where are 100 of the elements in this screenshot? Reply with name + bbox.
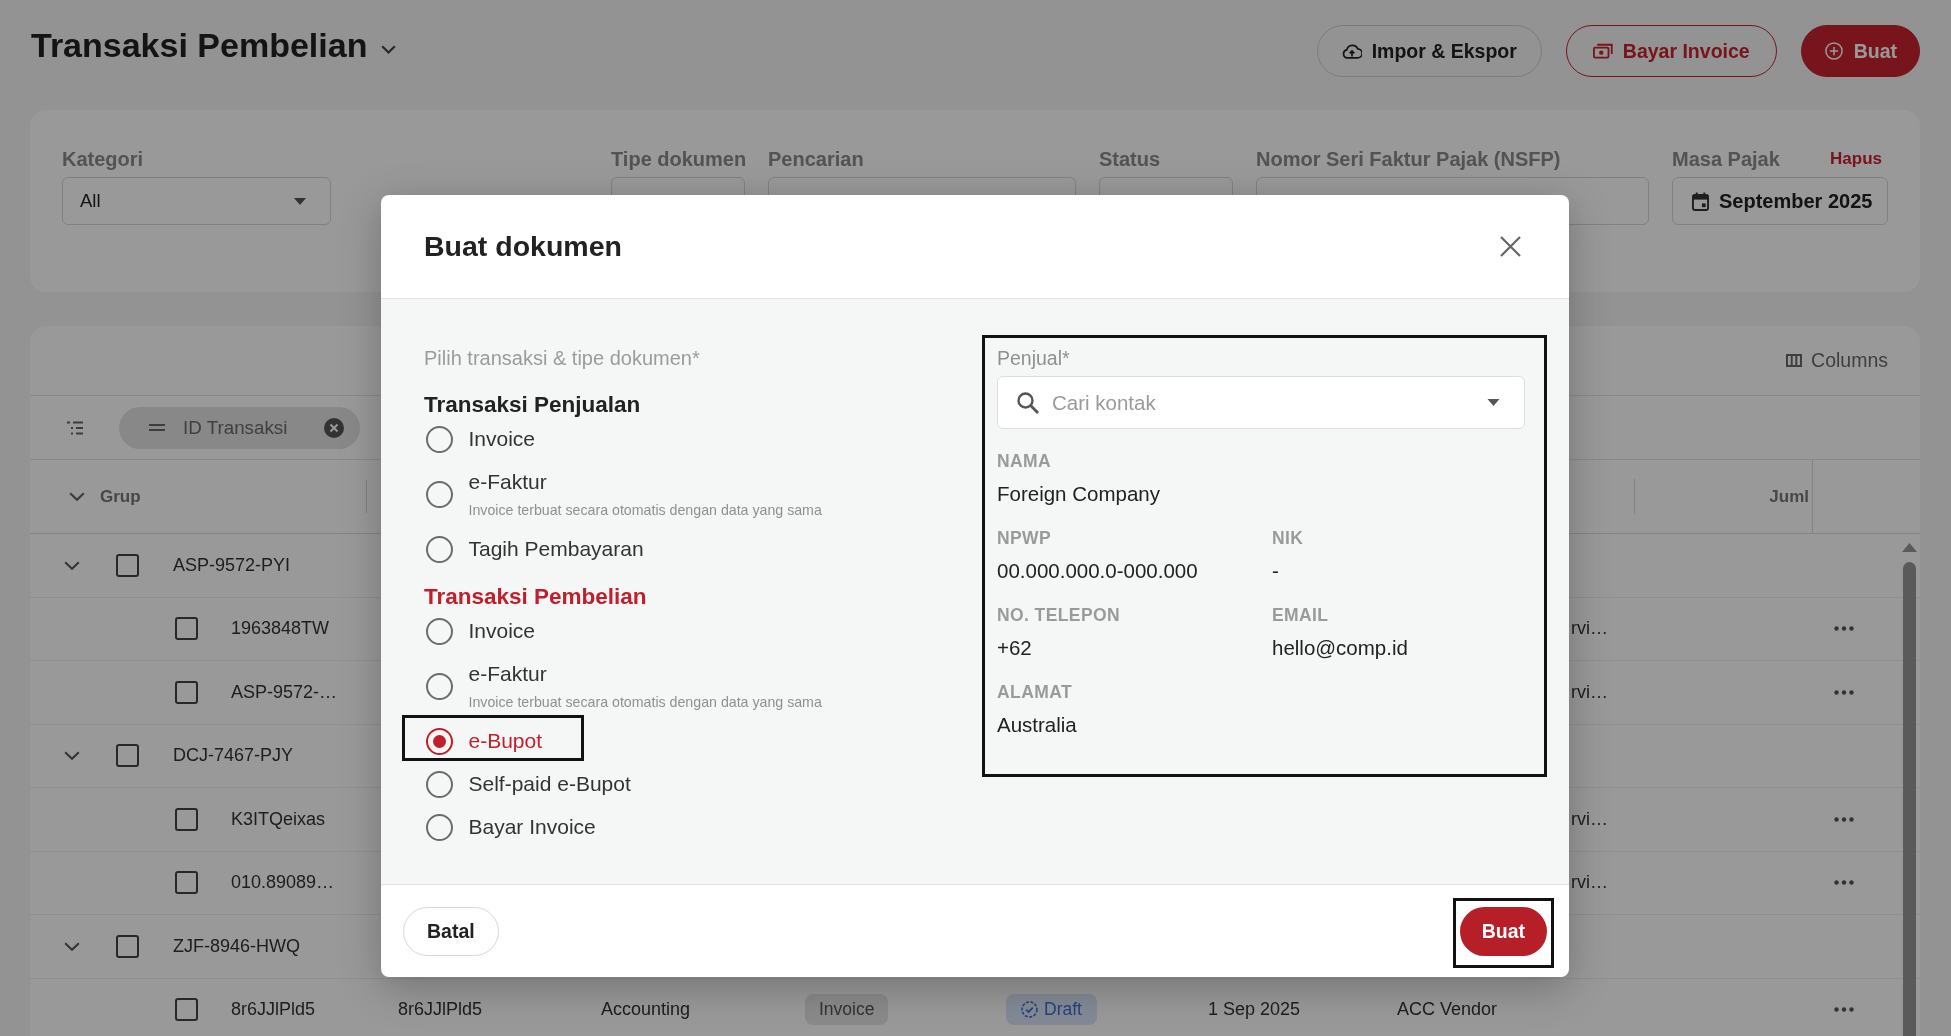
more-icon[interactable] xyxy=(1834,880,1854,886)
document-type-tag: Invoice xyxy=(805,994,889,1026)
option-label[interactable]: e-Faktur xyxy=(468,661,822,686)
table-cell: 8r6JJlPld5 xyxy=(231,999,316,1021)
detail-value: Australia xyxy=(997,713,1078,737)
option-label[interactable]: Bayar Invoice xyxy=(468,815,596,839)
prompt-text: Pilih transaksi & tipe dokumen* xyxy=(424,346,701,370)
list-icon[interactable] xyxy=(66,420,84,435)
option-label[interactable]: e-Bupot xyxy=(468,729,543,753)
clear-link[interactable]: Hapus xyxy=(1830,149,1882,169)
checkbox[interactable] xyxy=(175,680,198,704)
radio-button[interactable] xyxy=(425,480,453,508)
option-label[interactable]: Tagih Pembayaran xyxy=(468,537,644,561)
detail-value: Foreign Company xyxy=(997,482,1161,506)
detail-value: 00.000.000.0-000.000 xyxy=(997,559,1199,583)
radio-button[interactable] xyxy=(425,425,453,453)
section-title: Transaksi Pembelian xyxy=(424,583,648,610)
detail-label: NO. TELEPON xyxy=(997,606,1122,624)
table-cell: rvi… xyxy=(1571,808,1608,829)
table-cell: 010.89089… xyxy=(231,872,335,894)
scrollbar-thumb[interactable] xyxy=(1903,562,1916,1036)
field-label: Penjual* xyxy=(997,347,1071,369)
columns-button[interactable]: Columns xyxy=(1786,349,1888,372)
field-label: Kategori xyxy=(62,147,144,171)
detail-label: NAMA xyxy=(997,452,1053,470)
close-circle-icon[interactable] xyxy=(324,417,344,438)
checkbox[interactable] xyxy=(175,617,198,641)
radio-button[interactable] xyxy=(425,535,453,563)
caret-down-icon[interactable] xyxy=(1487,399,1500,406)
option-label[interactable]: e-Faktur xyxy=(468,469,822,494)
caret-down-icon xyxy=(294,197,306,205)
calendar-icon xyxy=(1692,191,1709,211)
radio-button[interactable] xyxy=(425,813,453,841)
chevron-down-icon[interactable] xyxy=(64,560,80,570)
field-label: Pencarian xyxy=(768,147,864,171)
close-icon[interactable] xyxy=(1500,236,1521,257)
detail-label: NIK xyxy=(1272,529,1305,547)
detail-label: NPWP xyxy=(997,529,1053,547)
create-button[interactable]: Buat xyxy=(1459,906,1547,956)
field-label: Tipe dokumen xyxy=(611,147,747,171)
more-icon[interactable] xyxy=(1834,689,1854,695)
radio-button[interactable] xyxy=(425,727,453,755)
more-icon[interactable] xyxy=(1834,1007,1854,1013)
option-label[interactable]: Invoice xyxy=(468,619,536,643)
page-title: Transaksi Pembelian xyxy=(31,25,368,66)
checkbox[interactable] xyxy=(116,744,139,768)
table-cell: rvi… xyxy=(1571,618,1608,639)
checkbox[interactable] xyxy=(116,934,139,958)
chevron-down-icon[interactable] xyxy=(381,44,397,54)
field-label: Masa Pajak xyxy=(1672,147,1780,171)
option-label[interactable]: Invoice xyxy=(468,427,536,451)
option-note: Invoice terbuat secara otomatis dengan data yang sama xyxy=(468,692,822,711)
radio-button[interactable] xyxy=(425,672,453,700)
detail-value: +62 xyxy=(997,636,1033,660)
table-cell: ASP-9572-… xyxy=(231,681,338,703)
detail-value: hello@comp.id xyxy=(1272,636,1409,660)
search-icon xyxy=(1017,391,1039,414)
field-label: Nomor Seri Faktur Pajak (NSFP) xyxy=(1256,147,1561,171)
cloud-upload-icon xyxy=(1341,42,1362,60)
checkbox[interactable] xyxy=(175,998,198,1022)
group-label: DCJ-7467-PJY xyxy=(173,745,294,767)
more-icon[interactable] xyxy=(1834,626,1854,632)
radio-button[interactable] xyxy=(425,617,453,645)
status-label: Draft xyxy=(1044,999,1082,1021)
table-cell: 8r6JJlPld5 xyxy=(398,999,483,1020)
column-header[interactable]: Juml xyxy=(1769,486,1809,507)
chevron-down-icon[interactable] xyxy=(64,751,80,761)
check-circle-icon xyxy=(1021,1001,1038,1019)
group-label: ASP-9572-PYI xyxy=(173,554,291,576)
checkbox[interactable] xyxy=(175,871,198,895)
checkbox[interactable] xyxy=(175,807,198,831)
drag-handle-icon[interactable] xyxy=(149,424,165,431)
columns-icon xyxy=(1786,354,1803,367)
chevron-down-icon[interactable] xyxy=(64,941,80,951)
radio-button[interactable] xyxy=(425,770,453,798)
plus-circle-icon xyxy=(1823,42,1844,60)
field-label: Status xyxy=(1099,147,1161,171)
dialog-title: Buat dokumen xyxy=(424,230,622,263)
column-header[interactable]: Grup xyxy=(100,486,141,507)
detail-label: ALAMAT xyxy=(997,683,1073,701)
table-cell: Accounting xyxy=(601,999,691,1020)
table-cell: 1963848TW xyxy=(231,618,330,640)
checkbox[interactable] xyxy=(116,553,139,577)
table-cell: K3ITQeixas xyxy=(231,808,326,830)
detail-value: - xyxy=(1272,559,1280,583)
cash-icon xyxy=(1592,42,1613,60)
date-picker[interactable]: September 2025 xyxy=(1672,177,1888,225)
more-icon[interactable] xyxy=(1834,816,1854,822)
table-cell: rvi… xyxy=(1571,681,1608,702)
group-label: ZJF-8946-HWQ xyxy=(173,935,300,957)
option-note: Invoice terbuat secara otomatis dengan data yang sama xyxy=(468,500,822,519)
cancel-button[interactable]: Batal xyxy=(403,906,499,956)
option-label[interactable]: Self-paid e-Bupot xyxy=(468,772,631,796)
contact-search-field[interactable]: Cari kontak xyxy=(997,376,1525,429)
table-cell: rvi… xyxy=(1571,872,1608,893)
chevron-down-icon[interactable] xyxy=(69,492,85,501)
scroll-up-arrow-icon[interactable] xyxy=(1902,543,1917,552)
select-field[interactable]: All xyxy=(62,177,331,225)
create-button[interactable]: Buat xyxy=(1800,25,1920,77)
section-title: Transaksi Penjualan xyxy=(424,391,642,418)
